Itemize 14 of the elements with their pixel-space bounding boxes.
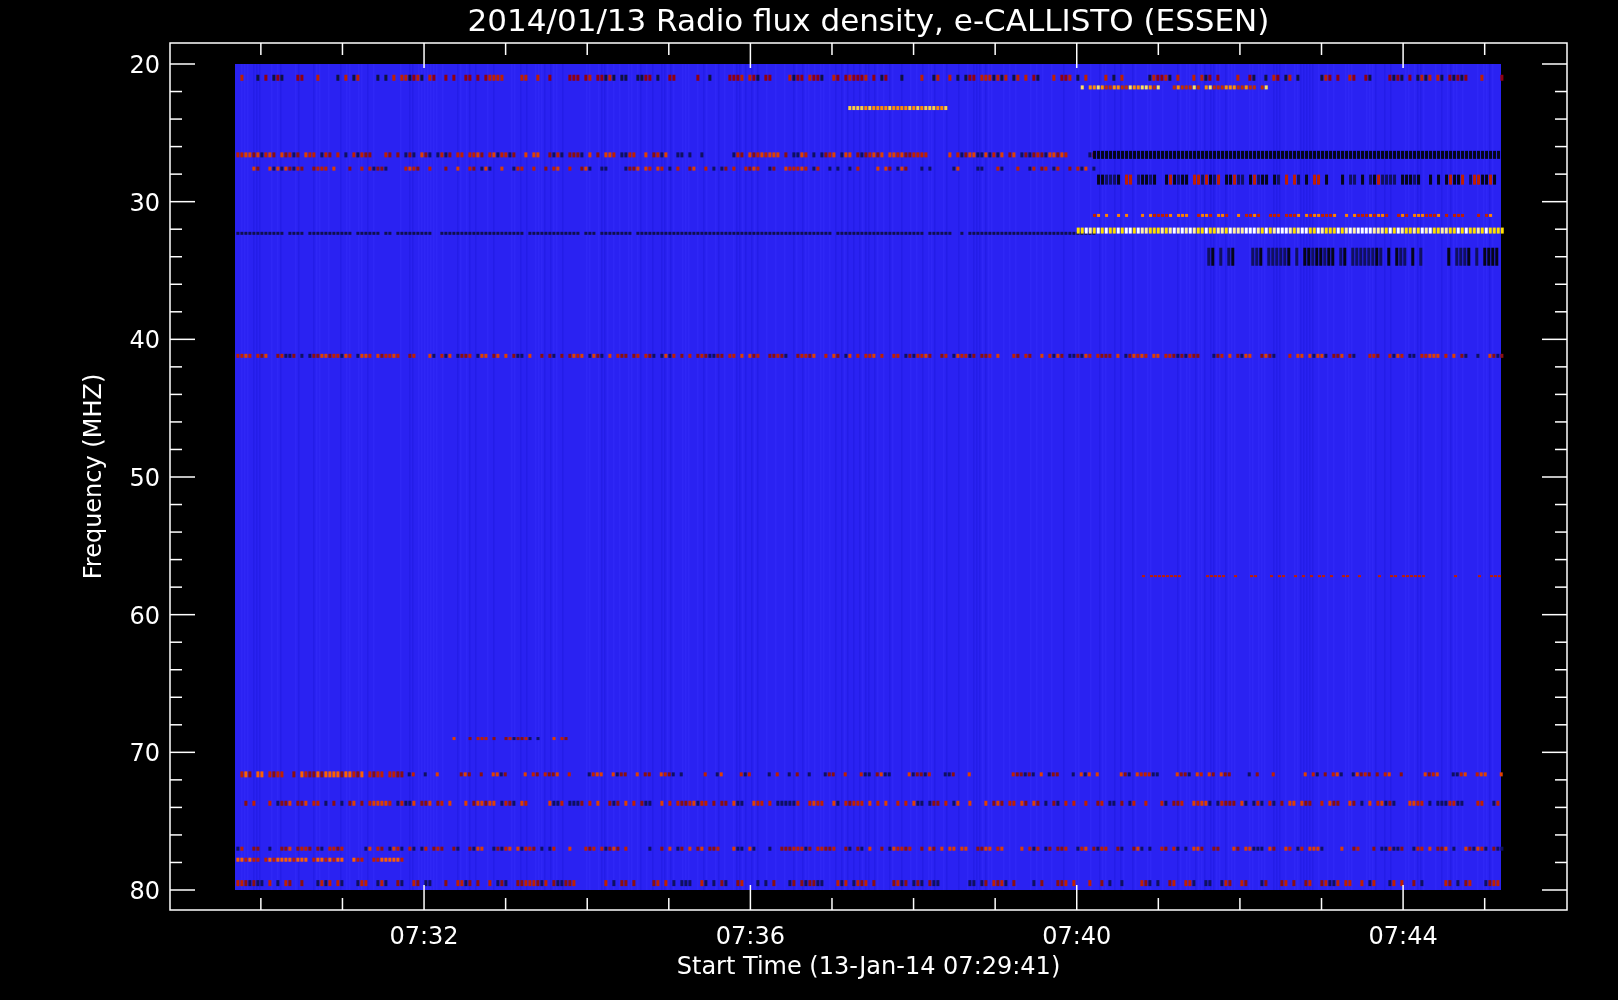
- tick-label: 50: [129, 464, 160, 492]
- tick-label: 60: [129, 601, 160, 630]
- tick-label: 80: [129, 877, 160, 905]
- tick-label: 07:40: [1042, 922, 1112, 950]
- y-axis-label: Frequency (MHZ): [79, 373, 107, 580]
- plot-title: 2014/01/13 Radio flux density, e-CALLISTO (ESSEN): [467, 2, 1270, 38]
- tick-label: 07:36: [715, 922, 785, 950]
- tick-label: 20: [129, 51, 160, 79]
- tick-label: 70: [129, 739, 160, 768]
- x-axis-label: Start Time (13-Jan-14 07:29:41): [676, 952, 1061, 980]
- tick-label: 30: [129, 188, 160, 217]
- tick-label: 07:44: [1368, 922, 1438, 950]
- tick-label: 07:32: [389, 922, 459, 950]
- tick-label: 40: [129, 326, 160, 355]
